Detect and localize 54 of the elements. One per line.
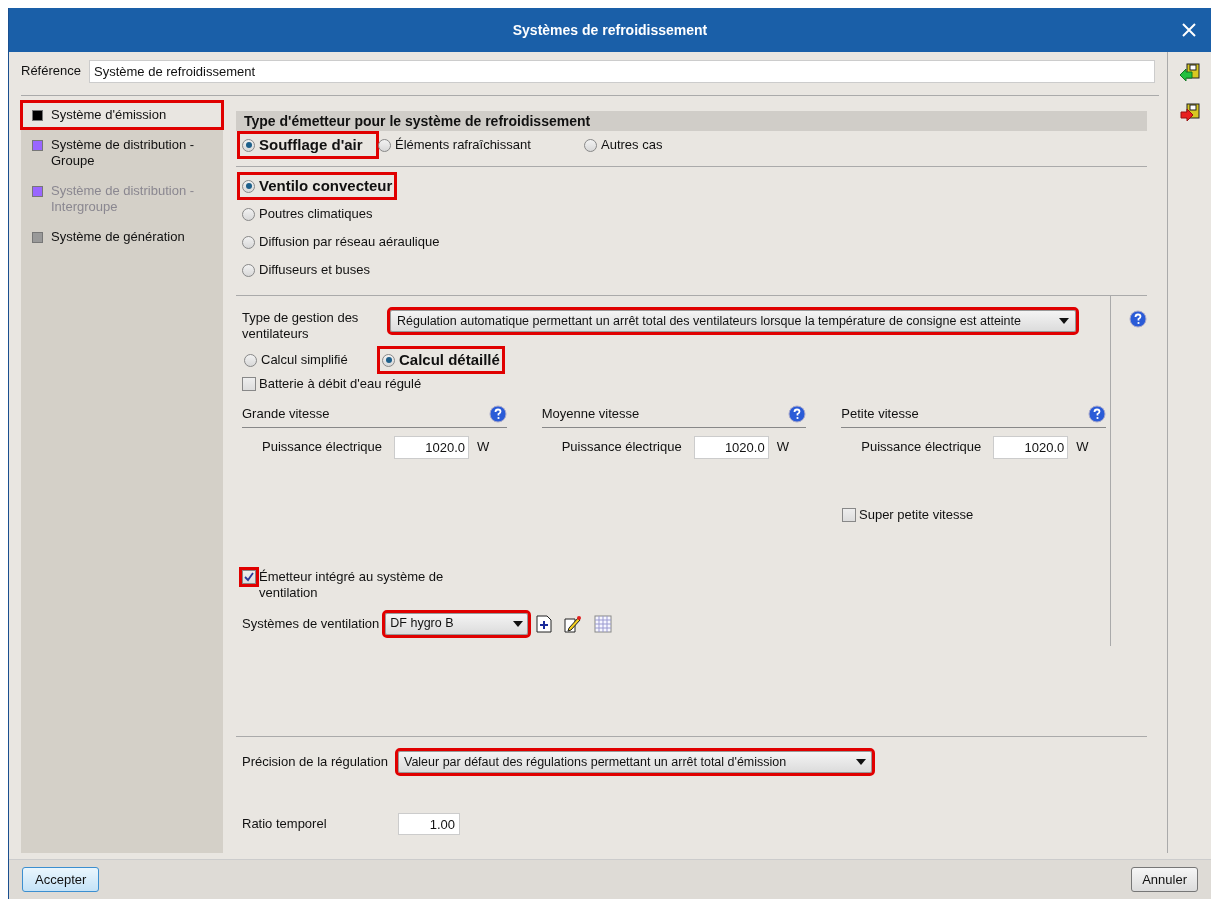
radio-button[interactable]: Diffuseurs et buses <box>240 259 373 281</box>
save-export-icon[interactable] <box>1178 102 1201 124</box>
help-icon[interactable] <box>1129 310 1147 328</box>
checkbox[interactable]: Émetteur intégré au système de ventilation <box>242 568 472 601</box>
accept-button[interactable]: Accepter <box>22 867 100 892</box>
add-icon[interactable] <box>536 614 553 633</box>
checkbox[interactable]: Super petite vitesse <box>842 506 1110 523</box>
radio-button[interactable]: Autres cas <box>582 135 665 155</box>
checkbox[interactable]: Batterie à débit d'eau régulé <box>242 376 1110 392</box>
group-title: Petite vitesse <box>841 405 919 423</box>
check-icon <box>244 571 254 582</box>
unit-label: W <box>1076 438 1089 457</box>
help-icon[interactable] <box>788 404 807 423</box>
sidebar-item[interactable]: Système de distribution - Groupe <box>23 133 221 173</box>
sidebar-item[interactable]: Système d'émission <box>23 103 221 127</box>
field-label: Systèmes de ventilation <box>242 614 380 633</box>
unit-label: W <box>776 438 789 457</box>
radio-button[interactable]: Calcul détaillé <box>380 348 502 372</box>
group-title: Grande vitesse <box>242 405 330 423</box>
power-field[interactable]: 1020.0 <box>394 435 469 459</box>
field-label: Puissance électrique <box>861 438 983 457</box>
save-import-icon[interactable] <box>1178 62 1201 84</box>
dropdown[interactable]: Régulation automatique permettant un arrêt total des ventilateurs lorsque la température de consigne est atteinte <box>390 310 1076 332</box>
sidebar-item[interactable]: Système de génération <box>23 225 221 249</box>
caret-icon <box>856 759 866 765</box>
reference-field[interactable]: Système de refroidissement <box>89 59 1155 83</box>
dropdown[interactable]: Valeur par défaut des régulations permettant un arrêt total d'émission <box>398 751 872 773</box>
radio-button[interactable]: Calcul simplifié <box>242 350 370 370</box>
unit-label: W <box>477 438 490 457</box>
help-icon[interactable] <box>488 404 507 423</box>
ratio-field[interactable]: 1.00 <box>398 813 460 835</box>
field-label: Référence <box>21 62 81 81</box>
radio-button[interactable]: Ventilo convecteur <box>240 175 395 197</box>
radio-button[interactable]: Poutres climatiques <box>240 203 375 225</box>
group-title: Moyenne vitesse <box>541 405 640 423</box>
cancel-button[interactable]: Annuler <box>1131 867 1198 892</box>
field-label: Ratio temporel <box>242 815 328 834</box>
caret-icon <box>513 620 524 627</box>
radio-button[interactable]: Diffusion par réseau aéraulique <box>240 231 442 253</box>
dropdown[interactable]: DF hygro B <box>385 612 529 635</box>
field-label: Type de gestion des ventilateurs <box>242 310 360 342</box>
field-label: Précision de la régulation <box>242 753 388 772</box>
power-field[interactable]: 1020.0 <box>693 435 769 459</box>
help-icon[interactable] <box>1088 404 1106 423</box>
radio-button[interactable]: Éléments rafraîchissant <box>376 135 582 155</box>
radio-button[interactable]: Soufflage d'air <box>240 133 376 157</box>
window-title: Systèmes de refroidissement <box>512 20 708 40</box>
power-field[interactable]: 1020.0 <box>993 435 1069 459</box>
section-header: Type d'émetteur pour le système de refroidissement <box>236 111 1147 131</box>
field-label: Puissance électrique <box>262 438 383 457</box>
edit-icon[interactable] <box>564 614 583 633</box>
caret-icon <box>1059 318 1069 324</box>
close-icon <box>1182 23 1196 37</box>
field-label: Puissance électrique <box>561 438 683 457</box>
